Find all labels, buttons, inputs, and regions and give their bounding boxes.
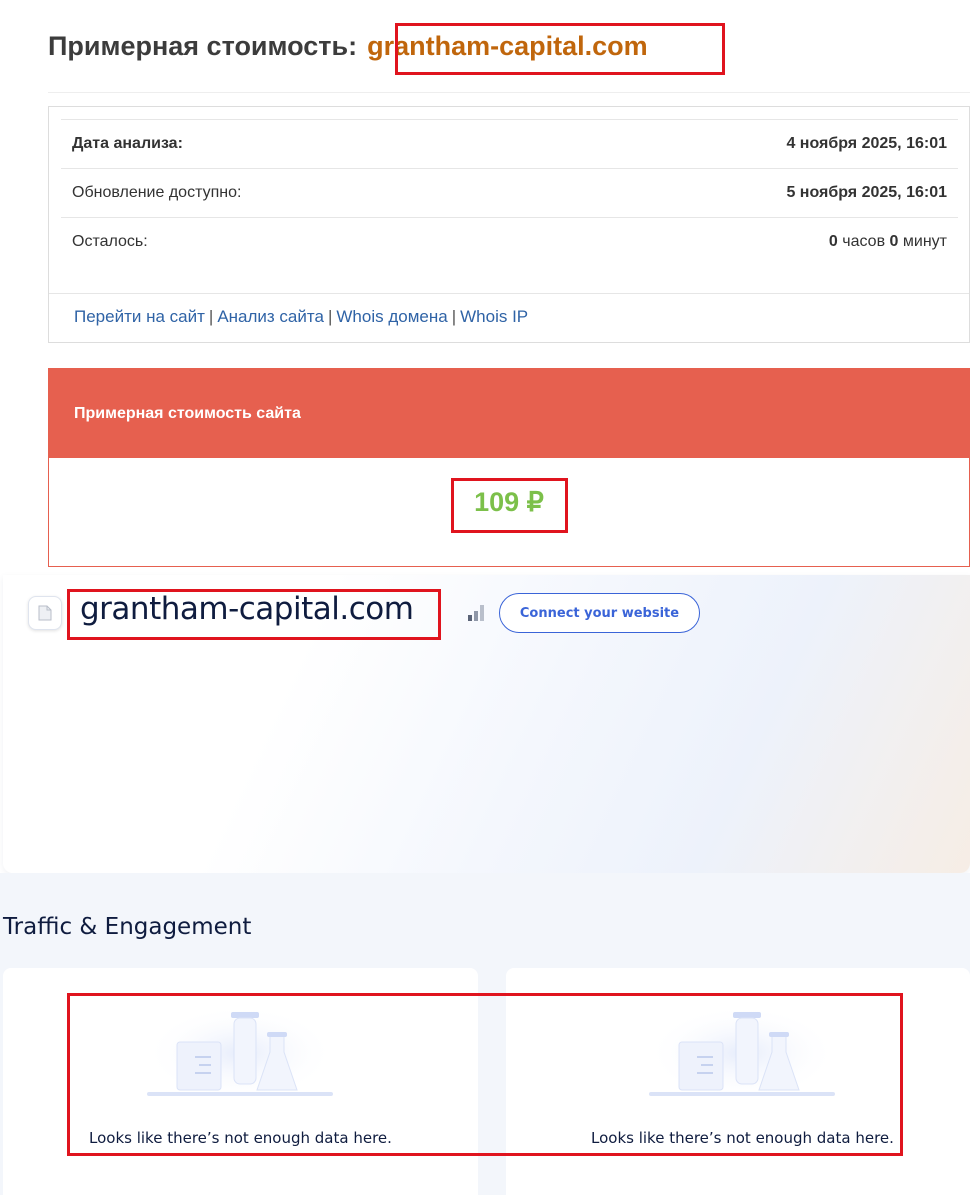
link-go-to-site[interactable]: Перейти на сайт	[74, 307, 205, 326]
analysis-date-value: 4 ноября 2025, 16:01	[786, 135, 947, 152]
remaining-minutes-unit: минут	[902, 233, 947, 250]
site-links-bar: Перейти на сайт | Анализ сайта | Whois домен…	[74, 307, 528, 327]
link-whois-ip[interactable]: Whois IP	[460, 307, 528, 326]
remaining-hours-value: 0	[828, 233, 838, 250]
highlight-box-title-domain	[395, 23, 725, 75]
update-available-row: Обновление доступно: 5 ноября 2025, 16:0…	[61, 168, 958, 217]
highlight-box-cost-value	[451, 478, 568, 533]
highlight-box-empty-data	[67, 993, 903, 1156]
connect-website-button[interactable]: Connect your website	[499, 593, 700, 633]
file-icon	[38, 605, 52, 621]
link-separator: |	[208, 307, 214, 326]
link-site-analysis[interactable]: Анализ сайта	[217, 307, 324, 326]
update-available-value: 5 ноября 2025, 16:01	[786, 184, 947, 201]
link-separator: |	[451, 307, 457, 326]
analysis-info-panel: Дата анализа: 4 ноября 2025, 16:01 Обнов…	[48, 106, 970, 343]
analysis-info-table: Дата анализа: 4 ноября 2025, 16:01 Обнов…	[61, 119, 958, 266]
signal-bars-icon	[468, 605, 484, 621]
analysis-date-row: Дата анализа: 4 ноября 2025, 16:01	[61, 119, 958, 168]
links-divider	[49, 293, 969, 294]
remaining-minutes-value: 0	[889, 233, 899, 250]
highlight-box-site-domain	[67, 589, 441, 640]
update-available-label: Обновление доступно:	[72, 184, 242, 201]
site-cost-header: Примерная стоимость сайта	[49, 369, 969, 458]
page-title-label: Примерная стоимость:	[48, 30, 358, 61]
link-whois-domain[interactable]: Whois домена	[336, 307, 447, 326]
title-divider	[48, 92, 970, 93]
remaining-value: 0 часов 0 минут	[829, 233, 947, 251]
analysis-date-label: Дата анализа:	[72, 135, 183, 152]
page: Примерная стоимость: grantham-capital.co…	[0, 0, 970, 1195]
remaining-hours-unit: часов	[842, 233, 886, 250]
traffic-engagement-title: Traffic & Engagement	[3, 914, 252, 940]
site-cost-panel: Примерная стоимость сайта 109 ₽	[48, 368, 970, 567]
link-separator: |	[327, 307, 333, 326]
site-favicon	[28, 596, 62, 630]
remaining-row: Осталось: 0 часов 0 минут	[61, 217, 958, 266]
remaining-label: Осталось:	[72, 233, 148, 250]
